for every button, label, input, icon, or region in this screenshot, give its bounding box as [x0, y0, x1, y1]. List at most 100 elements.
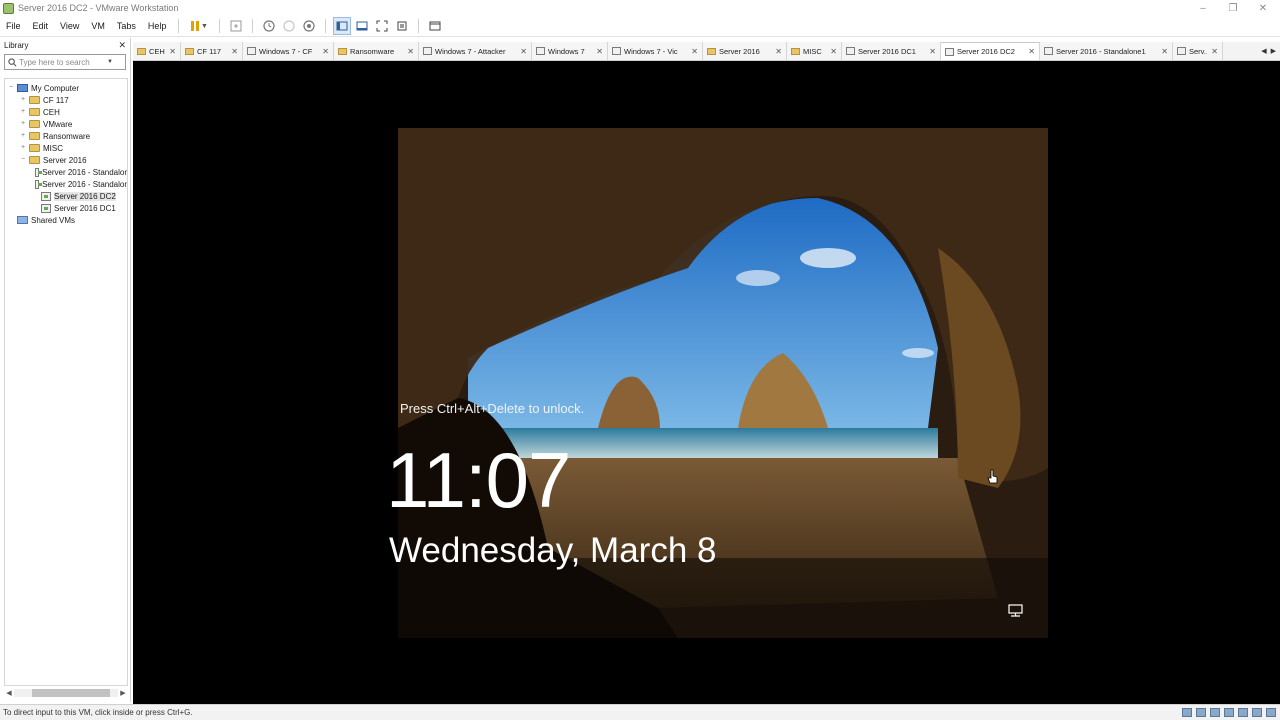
- tab-scroll-left-icon[interactable]: ◀: [1261, 47, 1266, 55]
- menu-help[interactable]: Help: [142, 16, 173, 37]
- vm-tab[interactable]: Ransomware ✕: [334, 42, 419, 60]
- library-search-box[interactable]: ▼: [4, 54, 126, 70]
- tab-label: Server 2016 DC2: [957, 47, 1015, 56]
- display-icon[interactable]: [1266, 708, 1276, 717]
- collapse-icon[interactable]: −: [19, 156, 27, 164]
- vm-tab[interactable]: Windows 7 - Attacker ✕: [419, 42, 532, 60]
- printer-icon[interactable]: [1252, 708, 1262, 717]
- library-search-input[interactable]: [19, 57, 105, 67]
- vm-console-display[interactable]: Press Ctrl+Alt+Delete to unlock. 11:07 W…: [133, 61, 1280, 704]
- tab-close-icon[interactable]: ✕: [830, 47, 837, 56]
- tab-label: Windows 7 - Attacker: [435, 46, 506, 56]
- unity-button[interactable]: [393, 17, 411, 35]
- cd-dvd-icon[interactable]: [1196, 708, 1206, 717]
- menu-vm[interactable]: VM: [85, 16, 111, 37]
- menu-view[interactable]: View: [54, 16, 85, 37]
- vm-tab[interactable]: CEH ✕: [133, 42, 181, 60]
- usb-icon[interactable]: [1224, 708, 1234, 717]
- expand-icon[interactable]: +: [19, 132, 27, 140]
- toolbar-separator: [252, 19, 254, 33]
- folder-icon: [791, 47, 800, 55]
- tree-item[interactable]: Shared VMs: [5, 214, 127, 226]
- tree-item[interactable]: + CF 117: [5, 94, 127, 106]
- chevron-down-icon[interactable]: ▼: [107, 59, 113, 65]
- thumbnail-bar-button[interactable]: [353, 17, 371, 35]
- revert-snapshot-button[interactable]: [280, 17, 298, 35]
- tab-close-icon[interactable]: ✕: [407, 47, 414, 56]
- tab-close-icon[interactable]: ✕: [322, 47, 329, 56]
- show-library-button[interactable]: [333, 17, 352, 35]
- folder-icon: [29, 132, 40, 140]
- tab-scroll-right-icon[interactable]: ▶: [1271, 47, 1276, 55]
- tree-item[interactable]: + Ransomware: [5, 130, 127, 142]
- scrollbar-track[interactable]: [14, 689, 118, 697]
- tree-item[interactable]: Server 2016 - Standalor: [5, 178, 127, 190]
- toolbar-separator: [219, 19, 221, 33]
- scroll-left-arrow-icon[interactable]: ◀: [4, 689, 14, 697]
- power-pause-button[interactable]: ▼: [186, 17, 212, 35]
- scrollbar-thumb[interactable]: [32, 689, 110, 697]
- hard-disk-icon[interactable]: [1182, 708, 1192, 717]
- vm-icon: [1044, 47, 1053, 55]
- scroll-right-arrow-icon[interactable]: ▶: [118, 689, 128, 697]
- snapshot-manager-button[interactable]: [300, 17, 318, 35]
- tab-close-icon[interactable]: ✕: [520, 47, 527, 56]
- tree-item[interactable]: + MISC: [5, 142, 127, 154]
- tree-item[interactable]: − My Computer: [5, 82, 127, 94]
- full-screen-button[interactable]: [373, 17, 391, 35]
- library-horizontal-scrollbar[interactable]: ◀ ▶: [4, 688, 128, 698]
- tab-close-icon[interactable]: ✕: [1161, 47, 1168, 56]
- revert-snapshot-icon: [283, 20, 296, 32]
- vm-tab[interactable]: Windows 7 ✕: [532, 42, 608, 60]
- network-adapter-icon[interactable]: [1210, 708, 1220, 717]
- library-close-button[interactable]: ✕: [118, 40, 126, 51]
- expand-icon[interactable]: +: [19, 120, 27, 128]
- minimize-button[interactable]: –: [1188, 0, 1218, 16]
- tab-close-icon[interactable]: ✕: [231, 47, 238, 56]
- tree-item[interactable]: + VMware: [5, 118, 127, 130]
- tree-item[interactable]: Server 2016 DC2: [5, 190, 127, 202]
- vm-tab[interactable]: Server 2016 DC1 ✕: [842, 42, 941, 60]
- expand-icon[interactable]: +: [19, 96, 27, 104]
- tab-close-icon[interactable]: ✕: [929, 47, 936, 56]
- collapse-icon[interactable]: −: [7, 84, 15, 92]
- send-ctrl-alt-del-button[interactable]: [227, 17, 245, 35]
- vm-tab[interactable]: CF 117 ✕: [181, 42, 243, 60]
- close-button[interactable]: ✕: [1248, 0, 1278, 16]
- lock-unlock-prompt: Press Ctrl+Alt+Delete to unlock.: [400, 401, 585, 416]
- vm-tab[interactable]: Serv... ✕: [1173, 42, 1223, 60]
- folder-icon: [185, 47, 194, 55]
- expand-icon[interactable]: +: [19, 144, 27, 152]
- vm-tab[interactable]: Windows 7 - CF ✕: [243, 42, 334, 60]
- vm-tab[interactable]: Server 2016 ✕: [703, 42, 787, 60]
- tab-close-icon[interactable]: ✕: [596, 47, 603, 56]
- take-snapshot-button[interactable]: [260, 17, 278, 35]
- sound-icon[interactable]: [1238, 708, 1248, 717]
- library-title: Library: [4, 40, 29, 50]
- vm-icon: [846, 47, 855, 55]
- tab-close-icon[interactable]: ✕: [691, 47, 698, 56]
- tree-item[interactable]: − Server 2016: [5, 154, 127, 166]
- vm-tab[interactable]: MISC ✕: [787, 42, 842, 60]
- tab-close-icon[interactable]: ✕: [1211, 47, 1218, 56]
- menu-tabs[interactable]: Tabs: [111, 16, 142, 37]
- tree-item[interactable]: Server 2016 - Standalor: [5, 166, 127, 178]
- tab-close-icon[interactable]: ✕: [1028, 47, 1035, 56]
- folder-icon: [29, 156, 40, 164]
- tree-item-label: Shared VMs: [31, 215, 76, 225]
- console-view-button[interactable]: [426, 17, 444, 35]
- vm-tab[interactable]: Windows 7 - Vic ✕: [608, 42, 703, 60]
- tree-item-label: Ransomware: [43, 131, 91, 141]
- network-icon[interactable]: [1007, 604, 1025, 618]
- menu-edit[interactable]: Edit: [27, 16, 55, 37]
- tree-item[interactable]: Server 2016 DC1: [5, 202, 127, 214]
- maximize-button[interactable]: ❐: [1218, 0, 1248, 16]
- tab-close-icon[interactable]: ✕: [169, 47, 176, 56]
- tree-item[interactable]: + CEH: [5, 106, 127, 118]
- snapshot-manager-icon: [303, 20, 316, 32]
- expand-icon[interactable]: +: [19, 108, 27, 116]
- vm-tab[interactable]: Server 2016 - Standalone1 ✕: [1040, 42, 1173, 60]
- vm-tab[interactable]: Server 2016 DC2 ✕: [941, 42, 1040, 60]
- tab-close-icon[interactable]: ✕: [775, 47, 782, 56]
- menu-file[interactable]: File: [0, 16, 27, 37]
